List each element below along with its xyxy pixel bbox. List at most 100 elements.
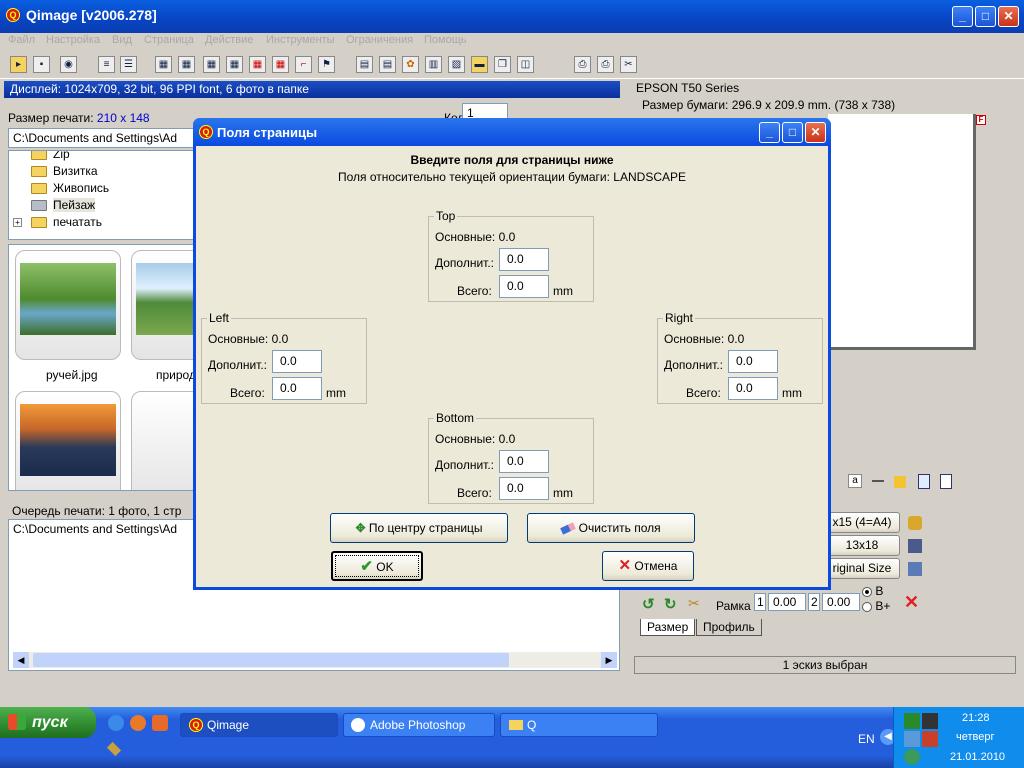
page-list-icon[interactable]: ☰ [120, 56, 137, 73]
path-field[interactable]: C:\Documents and Settings\Ad [8, 128, 208, 148]
tree-item-pechatat[interactable]: + печатать [9, 214, 199, 231]
size-a4-button[interactable]: x15 (4=A4) [824, 512, 900, 533]
menu-limits[interactable]: Ограничения [346, 34, 413, 46]
settings-icon[interactable]: ✂ [620, 56, 637, 73]
frame-input-3[interactable]: 2 [808, 593, 820, 611]
grid-5-icon[interactable]: ▦ [226, 56, 243, 73]
menu-page[interactable]: Страница [144, 34, 194, 46]
menu-view[interactable]: Вид [112, 34, 132, 46]
save-size-icon[interactable] [908, 539, 922, 553]
tree-item-zhivopis[interactable]: Живопись [9, 180, 199, 197]
media-icon[interactable] [152, 715, 168, 731]
copy-icon[interactable]: ❐ [494, 56, 511, 73]
right-extra-input[interactable]: 0.0 [728, 350, 778, 373]
tray-globe-icon[interactable] [904, 749, 920, 765]
bottom-extra-input[interactable]: 0.0 [499, 450, 549, 473]
menu-action[interactable]: Действие [205, 34, 253, 46]
grid-2-icon[interactable]: ▦ [155, 56, 172, 73]
thumbnail-3[interactable] [15, 391, 121, 490]
document-icon[interactable]: ▤ [356, 56, 373, 73]
add-size-icon[interactable] [908, 516, 922, 530]
film-icon[interactable]: ▥ [425, 56, 442, 73]
thumbnail-1[interactable]: ручей.jpg [15, 250, 121, 382]
minimize-button[interactable]: _ [952, 6, 973, 27]
scroll-left-icon[interactable]: ◀ [13, 652, 29, 668]
ok-button[interactable]: ✔ OK [331, 551, 423, 581]
tree-item-zip[interactable]: Zip [9, 151, 199, 163]
cancel-button[interactable]: ✕ Отмена [602, 551, 694, 581]
thumbnail-2[interactable]: природа [131, 250, 197, 382]
tree-item-vizitka[interactable]: Визитка [9, 163, 199, 180]
split-view-icon[interactable]: ◫ [517, 56, 534, 73]
horizontal-scrollbar[interactable]: ◀ ▶ [13, 652, 617, 668]
tab-size[interactable]: Размер [640, 619, 696, 636]
tray-close-icon[interactable] [922, 731, 938, 747]
scroll-thumb[interactable] [33, 653, 509, 667]
page-icon[interactable]: ≡ [98, 56, 115, 73]
scroll-right-icon[interactable]: ▶ [601, 652, 617, 668]
text-a-icon[interactable]: a [848, 474, 862, 488]
start-button[interactable]: пуск [0, 707, 96, 738]
grid-4-icon[interactable]: ▦ [203, 56, 220, 73]
palette-icon[interactable]: ✿ [402, 56, 419, 73]
radio-bplus[interactable]: B+ [862, 599, 890, 613]
dialog-close-button[interactable]: ✕ [805, 122, 826, 143]
dialog-minimize-button[interactable]: _ [759, 122, 780, 143]
blank-page-icon[interactable] [940, 474, 952, 489]
language-indicator[interactable]: EN [858, 732, 875, 746]
frame-input-1[interactable]: 1 [754, 593, 766, 611]
camera-icon[interactable]: ◉ [60, 56, 77, 73]
thumbnail-4[interactable] [131, 391, 197, 490]
bottom-total-input[interactable]: 0.0 [499, 477, 549, 500]
center-page-button[interactable]: ✥ По центру страницы [330, 513, 508, 543]
close-button[interactable]: ✕ [998, 6, 1019, 27]
left-total-input[interactable]: 0.0 [272, 377, 322, 400]
tray-monitor-icon[interactable] [922, 713, 938, 729]
scissors-icon[interactable]: ✂ [688, 595, 700, 612]
expand-icon[interactable]: + [13, 218, 22, 227]
size-13x18-button[interactable]: 13x18 [824, 535, 900, 556]
print-color-icon[interactable]: ⎙ [574, 56, 591, 73]
menu-tools[interactable]: Инструменты [266, 34, 335, 46]
tray-app-icon[interactable] [904, 713, 920, 729]
size-list-icon[interactable] [908, 562, 922, 576]
pencil-icon[interactable] [106, 741, 122, 757]
frame-input-4[interactable]: 0.00 [822, 593, 860, 611]
print-icon[interactable]: ⎙ [597, 56, 614, 73]
lock-icon[interactable] [894, 476, 906, 488]
dialog-maximize-button[interactable]: □ [782, 122, 803, 143]
menu-file[interactable]: Файл [8, 34, 35, 46]
lock-icon[interactable]: ▬ [471, 56, 488, 73]
rotate-left-icon[interactable]: ↺ [642, 595, 655, 613]
frame-input-2[interactable]: 0.00 [768, 593, 806, 611]
menu-settings[interactable]: Настройка [46, 34, 100, 46]
firefox-icon[interactable] [130, 715, 146, 731]
grid-3-icon[interactable]: ▦ [178, 56, 195, 73]
top-extra-input[interactable]: 0.0 [499, 248, 549, 271]
grid-red-icon[interactable]: ▦ [249, 56, 266, 73]
network-icon[interactable] [904, 731, 920, 747]
crop-icon[interactable]: ⌐ [295, 56, 312, 73]
minus-icon[interactable] [872, 480, 884, 482]
save-icon[interactable]: ▪ [33, 56, 50, 73]
tab-profile[interactable]: Профиль [696, 619, 762, 636]
zoom-page-icon[interactable] [918, 474, 930, 489]
left-extra-input[interactable]: 0.0 [272, 350, 322, 373]
ie-icon[interactable] [108, 715, 124, 731]
radio-b[interactable]: B [862, 584, 883, 598]
right-total-input[interactable]: 0.0 [728, 377, 778, 400]
clear-margins-button[interactable]: Очистить поля [527, 513, 695, 543]
task-qimage[interactable]: Q Qimage [180, 713, 338, 737]
notes-icon[interactable]: ▧ [448, 56, 465, 73]
task-photoshop[interactable]: Adobe Photoshop [343, 713, 495, 737]
tree-item-peyzazh[interactable]: Пейзаж [9, 197, 199, 214]
delete-icon[interactable]: ✕ [904, 592, 919, 613]
flag-icon[interactable]: ⚑ [318, 56, 335, 73]
menu-help[interactable]: Помощь [424, 34, 467, 46]
calendar-icon[interactable]: ▤ [379, 56, 396, 73]
rotate-right-icon[interactable]: ↻ [664, 595, 677, 613]
original-size-button[interactable]: riginal Size [824, 558, 900, 579]
grid-red2-icon[interactable]: ▦ [272, 56, 289, 73]
open-folder-icon[interactable]: ▸ [10, 56, 27, 73]
top-total-input[interactable]: 0.0 [499, 275, 549, 298]
